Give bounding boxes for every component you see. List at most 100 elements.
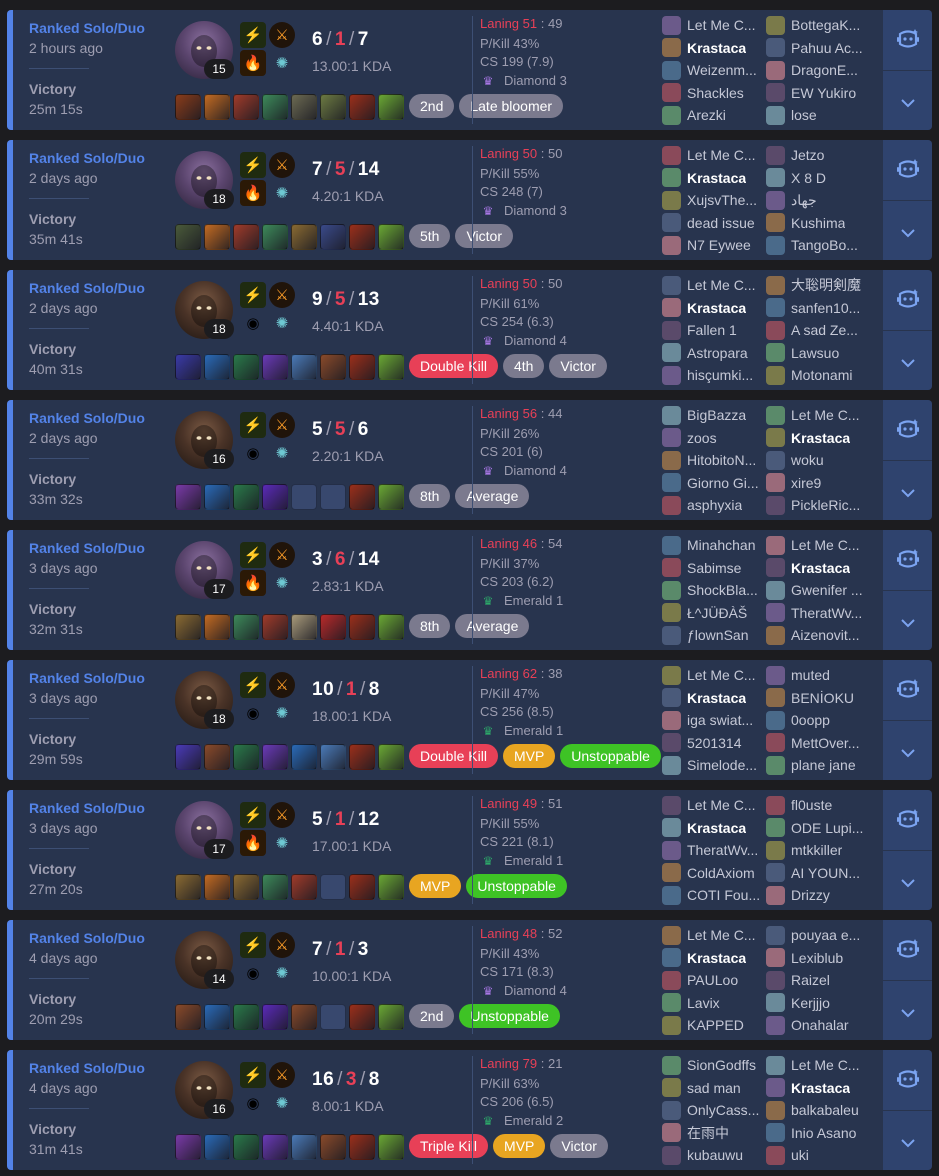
- player-row[interactable]: Inio Asano: [766, 1122, 859, 1145]
- player-row[interactable]: Let Me C...: [766, 404, 860, 427]
- item-icon[interactable]: [204, 94, 230, 120]
- player-name[interactable]: OnlyCass...: [687, 1102, 759, 1118]
- player-row[interactable]: DragonE...: [766, 59, 863, 82]
- player-row[interactable]: AI YOUN...: [766, 862, 863, 885]
- player-row[interactable]: mtkkiller: [766, 839, 863, 862]
- empty-item-slot[interactable]: [320, 484, 346, 510]
- player-name[interactable]: Ł^JÜÐÀŠ: [687, 605, 747, 621]
- player-name[interactable]: asphyxia: [687, 497, 742, 513]
- expand-chevron-icon[interactable]: [883, 95, 932, 111]
- item-icon[interactable]: [320, 224, 346, 250]
- player-name[interactable]: AI YOUN...: [791, 865, 860, 881]
- item-icon[interactable]: [262, 744, 288, 770]
- player-row[interactable]: Krastaca: [662, 817, 760, 840]
- expand-chevron-icon[interactable]: [883, 225, 932, 241]
- player-name[interactable]: N7 Eywee: [687, 237, 751, 253]
- item-icon[interactable]: [378, 614, 404, 640]
- player-row[interactable]: OnlyCass...: [662, 1099, 759, 1122]
- player-name[interactable]: TheratWv...: [791, 605, 862, 621]
- player-name[interactable]: Let Me C...: [687, 17, 755, 33]
- item-icon[interactable]: [349, 94, 375, 120]
- player-row[interactable]: kubauwu: [662, 1144, 759, 1167]
- player-name[interactable]: COTI Fou...: [687, 887, 760, 903]
- player-name[interactable]: Weizenm...: [687, 62, 757, 78]
- player-name[interactable]: Raizel: [791, 972, 830, 988]
- player-name[interactable]: sad man: [687, 1080, 741, 1096]
- item-icon[interactable]: [204, 744, 230, 770]
- player-name[interactable]: ShockBla...: [687, 582, 758, 598]
- player-row[interactable]: Krastaca: [662, 37, 757, 60]
- item-icon[interactable]: [349, 744, 375, 770]
- player-name[interactable]: Krastaca: [791, 560, 850, 576]
- player-name[interactable]: Aizenovit...: [791, 627, 859, 643]
- player-name[interactable]: Minahchan: [687, 537, 756, 553]
- item-icon[interactable]: [262, 354, 288, 380]
- player-row[interactable]: KAPPED: [662, 1014, 755, 1037]
- player-row[interactable]: Let Me C...: [662, 144, 757, 167]
- player-row[interactable]: Let Me C...: [662, 924, 755, 947]
- player-row[interactable]: ƒlownSan: [662, 624, 758, 647]
- item-icon[interactable]: [349, 354, 375, 380]
- player-name[interactable]: Let Me C...: [687, 277, 755, 293]
- player-row[interactable]: woku: [766, 449, 860, 472]
- player-name[interactable]: hisçumki...: [687, 367, 753, 383]
- player-name[interactable]: Giorno Gi...: [687, 475, 759, 491]
- item-icon[interactable]: [233, 1004, 259, 1030]
- item-icon[interactable]: [262, 1004, 288, 1030]
- player-name[interactable]: Shackles: [687, 85, 744, 101]
- player-row[interactable]: X 8 D: [766, 167, 858, 190]
- player-name[interactable]: Krastaca: [687, 950, 746, 966]
- player-name[interactable]: Let Me C...: [687, 147, 755, 163]
- player-row[interactable]: Pahuu Ac...: [766, 37, 863, 60]
- player-row[interactable]: Krastaca: [662, 687, 757, 710]
- match-card[interactable]: Ranked Solo/Duo 2 days ago Victory 33m 32s 1…: [7, 400, 932, 520]
- player-row[interactable]: Let Me C...: [662, 14, 757, 37]
- player-row[interactable]: Lawsuo: [766, 342, 861, 365]
- player-row[interactable]: hisçumki...: [662, 364, 755, 387]
- player-row[interactable]: HitobitoN...: [662, 449, 759, 472]
- item-icon[interactable]: [262, 94, 288, 120]
- player-name[interactable]: Simelode...: [687, 757, 757, 773]
- player-row[interactable]: Krastaca: [662, 297, 755, 320]
- player-name[interactable]: Lawsuo: [791, 345, 839, 361]
- player-row[interactable]: 5201314: [662, 732, 757, 755]
- player-name[interactable]: Kushima: [791, 215, 845, 231]
- player-row[interactable]: Let Me C...: [766, 1054, 859, 1077]
- player-name[interactable]: Sabimse: [687, 560, 741, 576]
- expand-chevron-icon[interactable]: [883, 1135, 932, 1151]
- empty-item-slot[interactable]: [320, 874, 346, 900]
- player-name[interactable]: Let Me C...: [687, 667, 755, 683]
- item-icon[interactable]: [378, 224, 404, 250]
- player-row[interactable]: ColdAxiom: [662, 862, 760, 885]
- expand-chevron-icon[interactable]: [883, 615, 932, 631]
- expand-chevron-icon[interactable]: [883, 745, 932, 761]
- player-row[interactable]: sad man: [662, 1077, 759, 1100]
- item-icon[interactable]: [291, 1004, 317, 1030]
- player-row[interactable]: EW Yukiro: [766, 82, 863, 105]
- player-row[interactable]: A sad Ze...: [766, 319, 861, 342]
- player-row[interactable]: uki: [766, 1144, 859, 1167]
- player-name[interactable]: fl0uste: [791, 797, 832, 813]
- item-icon[interactable]: [320, 744, 346, 770]
- ai-assistant-icon[interactable]: [895, 416, 921, 442]
- item-icon[interactable]: [175, 354, 201, 380]
- player-row[interactable]: Fallen 1: [662, 319, 755, 342]
- player-row[interactable]: plane jane: [766, 754, 859, 777]
- ai-assistant-icon[interactable]: [895, 26, 921, 52]
- item-icon[interactable]: [349, 614, 375, 640]
- player-row[interactable]: BigBazza: [662, 404, 759, 427]
- player-name[interactable]: 在雨中: [687, 1123, 729, 1143]
- player-name[interactable]: zoos: [687, 430, 717, 446]
- item-icon[interactable]: [349, 1134, 375, 1160]
- match-card[interactable]: Ranked Solo/Duo 4 days ago Victory 31m 41s 1…: [7, 1050, 932, 1170]
- player-name[interactable]: sanfen10...: [791, 300, 860, 316]
- player-name[interactable]: pouyaa e...: [791, 927, 860, 943]
- player-row[interactable]: MettOver...: [766, 732, 859, 755]
- ai-assistant-icon[interactable]: [895, 286, 921, 312]
- player-row[interactable]: Jetzo: [766, 144, 858, 167]
- player-row[interactable]: Krastaca: [662, 947, 755, 970]
- item-icon[interactable]: [378, 354, 404, 380]
- player-name[interactable]: Krastaca: [687, 820, 746, 836]
- player-name[interactable]: ColdAxiom: [687, 865, 755, 881]
- player-name[interactable]: xire9: [791, 475, 821, 491]
